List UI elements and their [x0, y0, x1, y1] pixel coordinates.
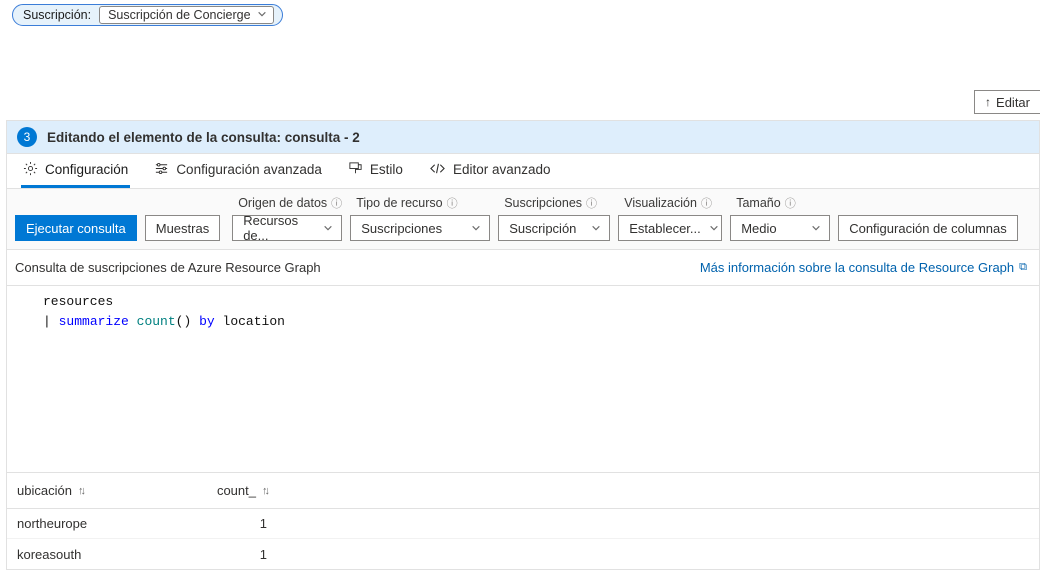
info-icon: ⓘ — [331, 195, 342, 211]
sort-icon: ↑↓ — [78, 485, 83, 497]
select-value: Suscripción — [509, 221, 576, 236]
tab-label: Estilo — [370, 162, 403, 177]
info-icon: ⓘ — [586, 195, 597, 211]
banner-title: Editando el elemento de la consulta: con… — [47, 130, 360, 145]
subscription-select[interactable]: Suscripción de Concierge — [99, 6, 273, 24]
edit-banner: 3 Editando el elemento de la consulta: c… — [6, 120, 1040, 153]
viz-select[interactable]: Establecer... — [618, 215, 722, 241]
chevron-down-icon — [811, 221, 821, 236]
results-header: ubicación ↑↓ count_↑↓ — [7, 473, 1039, 509]
subscription-label: Suscripción: — [23, 8, 91, 22]
subs-group: Suscripciones ⓘ Suscripción — [498, 195, 610, 241]
subscription-pill[interactable]: Suscripción: Suscripción de Concierge — [12, 4, 283, 26]
controls-row: - Ejecutar consulta - Muestras Origen de… — [6, 189, 1040, 250]
run-query-button[interactable]: Ejecutar consulta — [15, 215, 137, 241]
step-number: 3 — [24, 130, 31, 144]
col-header-count[interactable]: count_↑↓ — [187, 483, 267, 498]
tab-label: Configuración — [45, 162, 128, 177]
query-subheader: Consulta de suscripciones de Azure Resou… — [6, 250, 1040, 285]
run-group: - Ejecutar consulta - Muestras — [15, 197, 220, 241]
tab-editor[interactable]: Editor avanzado — [427, 154, 553, 188]
query-description: Consulta de suscripciones de Azure Resou… — [15, 260, 321, 275]
table-row[interactable]: koreasouth 1 — [7, 539, 1039, 569]
chevron-down-icon — [471, 221, 481, 236]
chevron-down-icon — [323, 221, 333, 236]
link-text: Más información sobre la consulta de Res… — [700, 260, 1014, 275]
results-table: ubicación ↑↓ count_↑↓ northeurope 1 kore… — [6, 473, 1040, 570]
tab-avanzada[interactable]: Configuración avanzada — [152, 154, 324, 188]
cell-count: 1 — [187, 516, 267, 531]
tab-estilo[interactable]: Estilo — [346, 154, 405, 188]
edit-button[interactable]: ↑ Editar — [974, 90, 1040, 114]
tab-configuracion[interactable]: Configuración — [21, 154, 130, 188]
code-line-2: | summarize count() by location — [43, 312, 1031, 332]
tab-label: Configuración avanzada — [176, 162, 322, 177]
samples-label: Muestras — [156, 221, 209, 236]
spacer: ↑ Editar — [0, 30, 1040, 120]
cell-count: 1 — [187, 547, 267, 562]
code-editor[interactable]: resources | summarize count() by locatio… — [6, 285, 1040, 473]
restype-select[interactable]: Suscripciones — [350, 215, 490, 241]
paint-icon — [348, 161, 363, 179]
external-link-icon: ⧉ — [1019, 261, 1027, 274]
cell-location: northeurope — [17, 516, 187, 531]
size-select[interactable]: Medio — [730, 215, 830, 241]
code-line-1: resources — [43, 292, 1031, 312]
subs-label: Suscripciones ⓘ — [498, 195, 610, 211]
size-group: Tamaño ⓘ Medio — [730, 195, 830, 241]
chevron-down-icon — [591, 221, 601, 236]
col-header-location[interactable]: ubicación ↑↓ — [17, 483, 187, 498]
pencil-icon: ↑ — [985, 95, 991, 109]
info-icon: ⓘ — [447, 195, 458, 211]
samples-button[interactable]: Muestras — [145, 215, 220, 241]
datasource-label: Origen de datos ⓘ — [232, 195, 342, 211]
table-row[interactable]: northeurope 1 — [7, 509, 1039, 539]
sliders-icon — [154, 161, 169, 179]
select-value: Establecer... — [629, 221, 701, 236]
step-circle: 3 — [17, 127, 37, 147]
run-label: Ejecutar consulta — [26, 221, 126, 236]
viz-label: Visualización ⓘ — [618, 195, 722, 211]
edit-label: Editar — [996, 95, 1030, 110]
datasource-select[interactable]: Recursos de... — [232, 215, 342, 241]
sort-icon: ↑↓ — [262, 485, 267, 497]
viz-group: Visualización ⓘ Establecer... — [618, 195, 722, 241]
chevron-down-icon — [257, 8, 267, 22]
chevron-down-icon — [709, 221, 719, 236]
select-value: Medio — [741, 221, 776, 236]
top-bar: Suscripción: Suscripción de Concierge — [0, 0, 1040, 30]
subscription-value: Suscripción de Concierge — [108, 8, 250, 22]
tab-label: Editor avanzado — [453, 162, 551, 177]
tabs-row: Configuración Configuración avanzada Est… — [6, 153, 1040, 189]
datasource-group: Origen de datos ⓘ Recursos de... — [232, 195, 342, 241]
restype-group: Tipo de recurso ⓘ Suscripciones — [350, 195, 490, 241]
columns-group: - Configuración de columnas — [838, 197, 1018, 241]
code-icon — [429, 161, 446, 179]
restype-label: Tipo de recurso ⓘ — [350, 195, 490, 211]
more-info-link[interactable]: Más información sobre la consulta de Res… — [700, 260, 1027, 275]
size-label: Tamaño ⓘ — [730, 195, 830, 211]
select-value: Recursos de... — [243, 213, 315, 243]
info-icon: ⓘ — [785, 195, 796, 211]
gear-icon — [23, 161, 38, 179]
cell-location: koreasouth — [17, 547, 187, 562]
subs-select[interactable]: Suscripción — [498, 215, 610, 241]
info-icon: ⓘ — [701, 195, 712, 211]
columns-label: Configuración de columnas — [849, 221, 1007, 236]
select-value: Suscripciones — [361, 221, 442, 236]
columns-config-button[interactable]: Configuración de columnas — [838, 215, 1018, 241]
